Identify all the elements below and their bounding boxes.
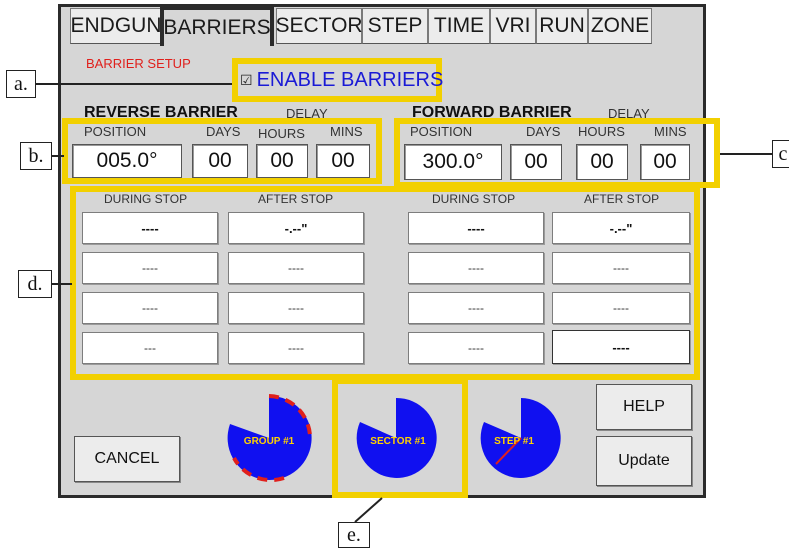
reverse-after-stop-header: AFTER STOP [258,192,334,206]
callout-e: e. [338,522,370,548]
forward-hours-field[interactable]: 00 [576,144,628,180]
tab-endgun[interactable]: ENDGUN [70,8,162,44]
reverse-days-label: DAYS [206,124,241,139]
forward-hours-label: HOURS [578,124,625,139]
tab-vri[interactable]: VRI [490,8,536,44]
group-dial[interactable]: GROUP #1 [224,386,314,484]
forward-mins-label: MINS [654,124,687,139]
tab-run[interactable]: RUN [536,8,588,44]
callout-b: b. [20,142,52,170]
reverse-position-field[interactable]: 005.0° [72,144,182,178]
reverse-hours-label: HOURS [258,126,305,141]
update-button[interactable]: Update [596,436,692,486]
step-dial-label: STEP #1 [494,436,534,447]
reverse-mins-label: MINS [330,124,363,139]
forward-days-label: DAYS [526,124,561,139]
reverse-position-label: POSITION [84,124,147,139]
sector-dial-label: SECTOR #1 [370,436,426,447]
enable-barriers-label: ENABLE BARRIERS [256,68,444,91]
forward-after-stop-cell[interactable]: -.--" [552,212,690,244]
tab-sector[interactable]: SECTOR [275,8,363,44]
reverse-after-stop-cell[interactable]: -.--" [228,212,364,244]
callout-a-leader [36,83,232,85]
help-button[interactable]: HELP [596,384,692,430]
forward-days-field[interactable]: 00 [510,144,562,180]
tab-zone[interactable]: ZONE [588,8,652,44]
group-dial-label: GROUP #1 [244,436,295,447]
forward-during-stop-cell[interactable]: ---- [408,292,544,324]
forward-after-stop-header: AFTER STOP [584,192,660,206]
callout-c: c [772,140,789,168]
reverse-hours-field[interactable]: 00 [256,144,308,178]
reverse-during-stop-header: DURING STOP [104,192,188,206]
forward-position-label: POSITION [410,124,473,139]
tab-barriers[interactable]: BARRIERS [160,6,274,46]
forward-after-stop-cell[interactable]: ---- [552,252,690,284]
forward-during-stop-cell[interactable]: ---- [408,252,544,284]
barrier-setup-title: BARRIER SETUP [86,56,191,71]
reverse-during-stop-cell[interactable]: ---- [82,292,218,324]
callout-a: a. [6,70,36,98]
forward-during-stop-cell[interactable]: ---- [408,212,544,244]
forward-mins-field[interactable]: 00 [640,144,690,180]
reverse-during-stop-cell[interactable]: ---- [82,252,218,284]
reverse-during-stop-cell[interactable]: --- [82,332,218,364]
forward-after-stop-cell[interactable]: ---- [552,292,690,324]
reverse-days-field[interactable]: 00 [192,144,248,178]
reverse-during-stop-cell[interactable]: ---- [82,212,218,244]
checkbox-icon[interactable]: ☑ [240,72,253,89]
step-dial[interactable]: STEP #1 [478,392,564,480]
enable-barriers-toggle[interactable]: ☑ ENABLE BARRIERS [240,66,443,94]
callout-b-leader [52,155,64,157]
callout-d-leader [52,283,72,285]
tab-step[interactable]: STEP [362,8,428,44]
forward-position-field[interactable]: 300.0° [404,144,502,180]
forward-after-stop-cell[interactable]: ---- [552,330,690,364]
forward-during-stop-cell[interactable]: ---- [408,332,544,364]
callout-c-leader [720,153,772,155]
reverse-after-stop-cell[interactable]: ---- [228,292,364,324]
tab-time[interactable]: TIME [428,8,490,44]
callout-d: d. [18,270,52,298]
reverse-after-stop-cell[interactable]: ---- [228,252,364,284]
sector-dial[interactable]: SECTOR #1 [354,392,438,480]
forward-during-stop-header: DURING STOP [432,192,516,206]
callout-e-leader [354,497,383,523]
reverse-mins-field[interactable]: 00 [316,144,370,178]
cancel-button[interactable]: CANCEL [74,436,180,482]
reverse-after-stop-cell[interactable]: ---- [228,332,364,364]
